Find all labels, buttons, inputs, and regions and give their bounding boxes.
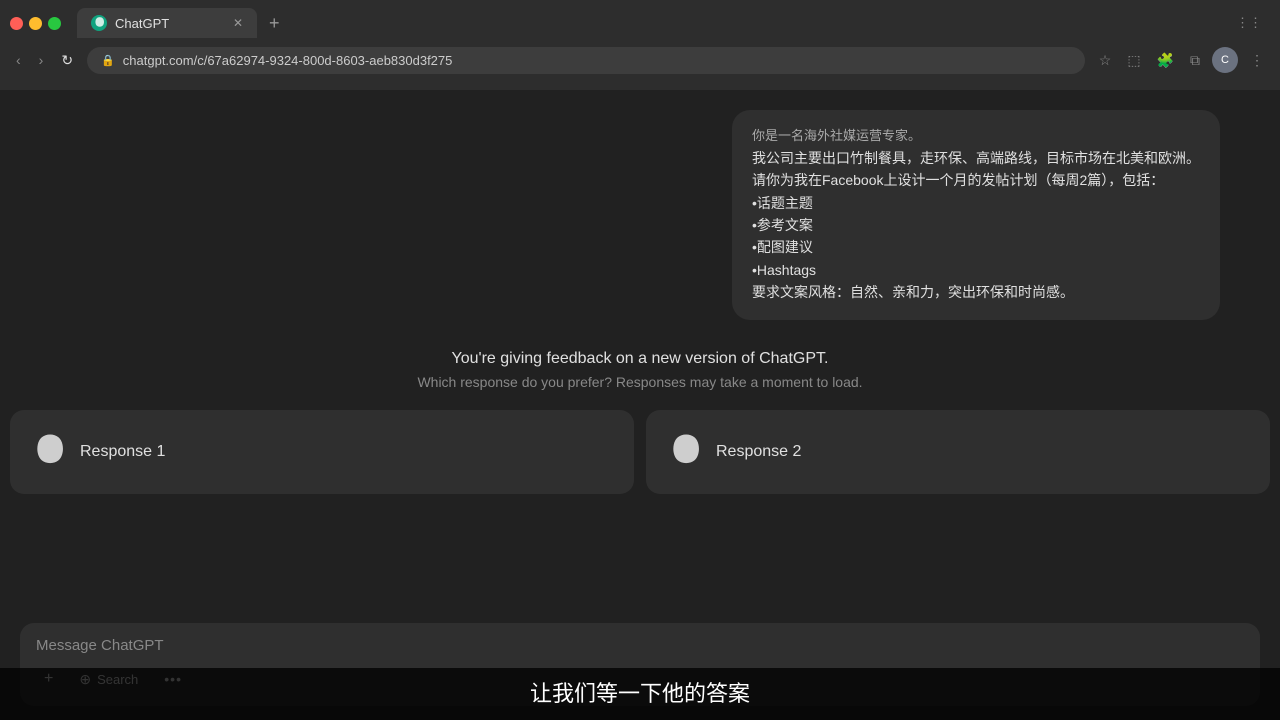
- browser-menu-button[interactable]: ⋮⋮: [1228, 15, 1270, 31]
- subtitle-text: 让我们等一下他的答案: [530, 681, 750, 706]
- extension-button[interactable]: 🧩: [1153, 48, 1178, 73]
- profile-avatar[interactable]: C: [1212, 47, 1238, 73]
- nav-actions: ☆ ⬚ 🧩 ⧉ C ⋮: [1095, 47, 1268, 73]
- response-1-label: Response 1: [80, 443, 165, 461]
- browser-tab[interactable]: ChatGPT ✕: [77, 8, 257, 38]
- msg-line-4: •话题主题: [752, 192, 1200, 214]
- extensions-button[interactable]: ⧉: [1186, 48, 1204, 73]
- feedback-section: You're giving feedback on a new version …: [0, 330, 1280, 406]
- msg-line-8: 要求文案风格：自然、亲和力，突出环保和时尚感。: [752, 281, 1200, 303]
- address-bar[interactable]: 🔒 chatgpt.com/c/67a62974-9324-800d-8603-…: [87, 47, 1085, 74]
- user-message-bubble: 你是一名海外社媒运营专家。 我公司主要出口竹制餐具，走环保、高端路线，目标市场在…: [732, 110, 1220, 320]
- feedback-title: You're giving feedback on a new version …: [0, 350, 1280, 368]
- feedback-subtitle: Which response do you prefer? Responses …: [0, 374, 1280, 390]
- bookmark-button[interactable]: ☆: [1095, 48, 1116, 73]
- screenshot-button[interactable]: ⬚: [1123, 48, 1144, 73]
- main-content: 你是一名海外社媒运营专家。 我公司主要出口竹制餐具，走环保、高端路线，目标市场在…: [0, 90, 1280, 720]
- reload-button[interactable]: ↻: [57, 48, 77, 73]
- window-controls: [10, 17, 61, 30]
- chrome-menu-button[interactable]: ⋮: [1246, 48, 1268, 73]
- response-card-1[interactable]: Response 1: [10, 410, 634, 494]
- tab-bar: ChatGPT ✕ + ⋮⋮: [0, 0, 1280, 38]
- msg-line-6: •配图建议: [752, 236, 1200, 258]
- response-1-icon: [30, 434, 66, 470]
- response-2-icon: [666, 434, 702, 470]
- nav-bar: ‹ › ↻ 🔒 chatgpt.com/c/67a62974-9324-800d…: [0, 38, 1280, 82]
- msg-line-7: •Hashtags: [752, 259, 1200, 281]
- close-window-button[interactable]: [10, 17, 23, 30]
- msg-line-2: 我公司主要出口竹制餐具，走环保、高端路线，目标市场在北美和欧洲。: [752, 147, 1200, 169]
- browser-chrome: ChatGPT ✕ + ⋮⋮ ‹ › ↻ 🔒 chatgpt.com/c/67a…: [0, 0, 1280, 90]
- chat-area: 你是一名海外社媒运营专家。 我公司主要出口竹制餐具，走环保、高端路线，目标市场在…: [0, 90, 1280, 611]
- minimize-window-button[interactable]: [29, 17, 42, 30]
- response-cards: Response 1 Response 2: [0, 410, 1280, 494]
- message-container: 你是一名海外社媒运营专家。 我公司主要出口竹制餐具，走环保、高端路线，目标市场在…: [0, 90, 1280, 330]
- back-button[interactable]: ‹: [12, 48, 25, 72]
- url-text: chatgpt.com/c/67a62974-9324-800d-8603-ae…: [123, 53, 453, 68]
- input-placeholder[interactable]: Message ChatGPT: [36, 637, 1244, 654]
- msg-line-5: •参考文案: [752, 214, 1200, 236]
- lock-icon: 🔒: [101, 54, 115, 67]
- maximize-window-button[interactable]: [48, 17, 61, 30]
- msg-line-1: 你是一名海外社媒运营专家。: [752, 126, 1200, 147]
- forward-button[interactable]: ›: [35, 48, 48, 72]
- response-card-2[interactable]: Response 2: [646, 410, 1270, 494]
- new-tab-button[interactable]: +: [265, 13, 284, 34]
- subtitle-overlay: 让我们等一下他的答案: [0, 668, 1280, 720]
- tab-close-button[interactable]: ✕: [233, 16, 243, 30]
- tab-favicon: [91, 15, 107, 31]
- msg-line-3: 请你为我在Facebook上设计一个月的发帖计划（每周2篇），包括：: [752, 169, 1200, 191]
- tab-title: ChatGPT: [115, 16, 225, 31]
- response-2-label: Response 2: [716, 443, 801, 461]
